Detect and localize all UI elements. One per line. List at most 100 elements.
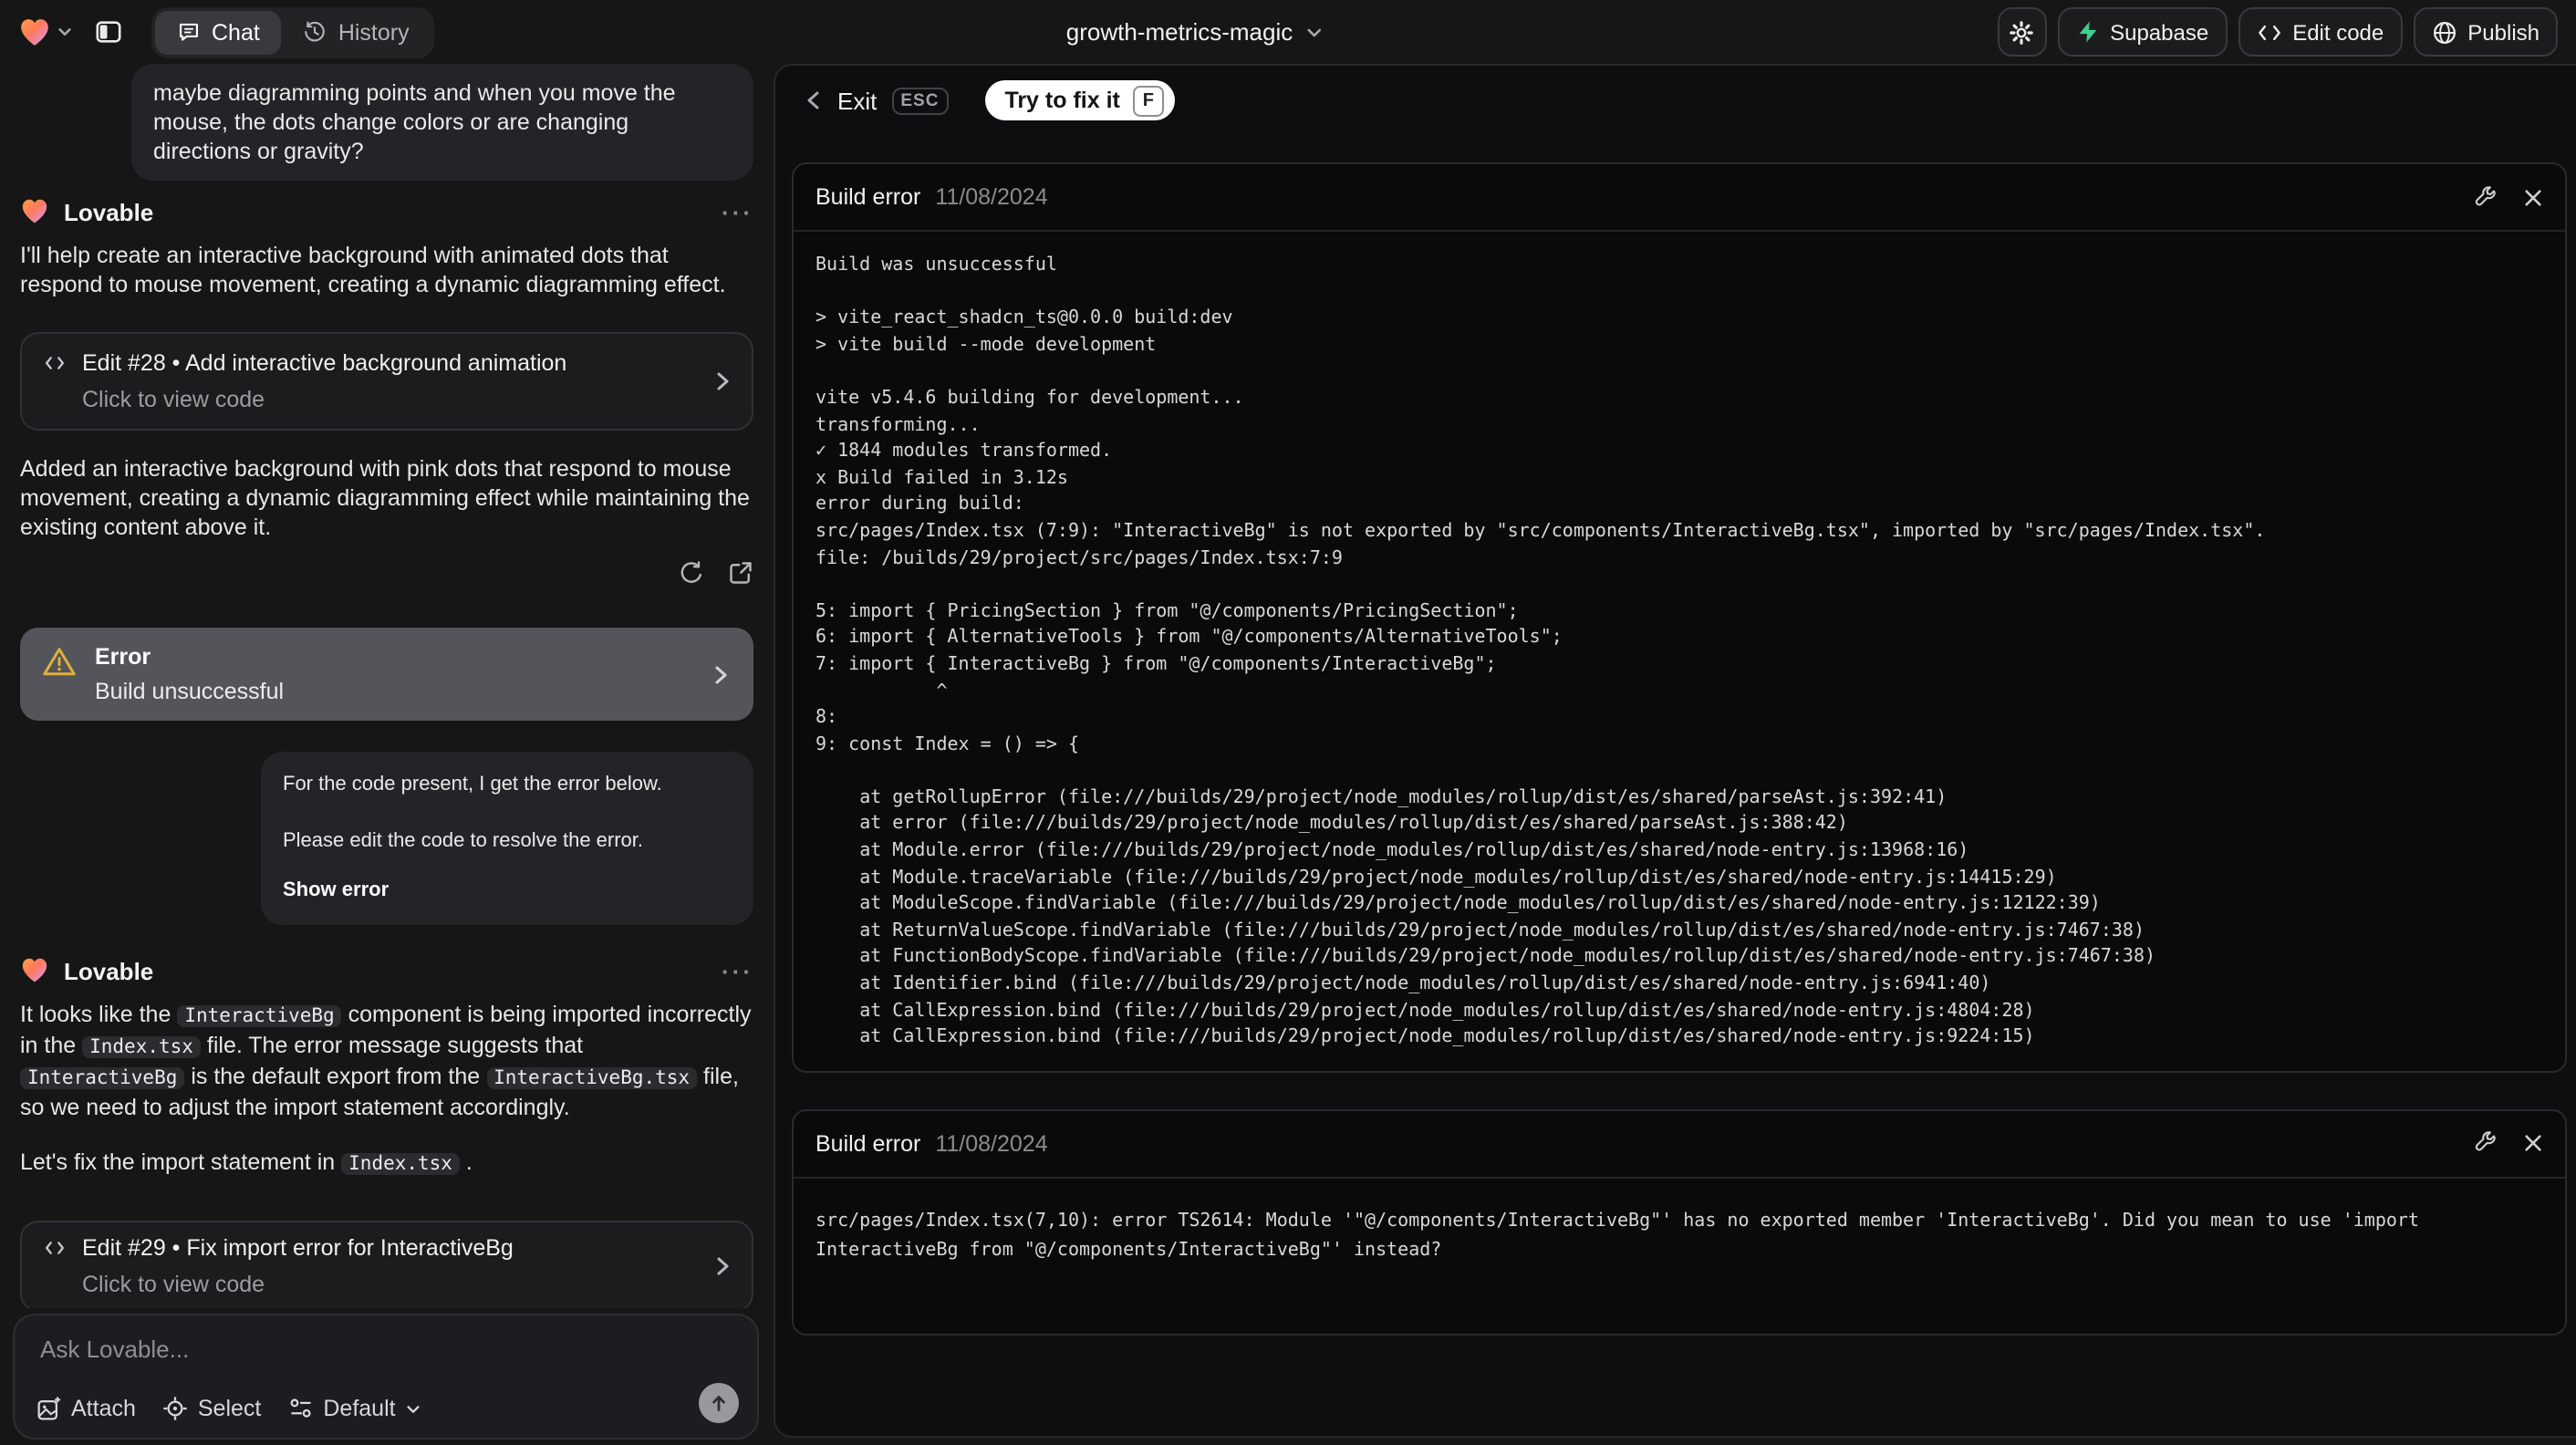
attach-button[interactable]: Attach <box>36 1396 136 1421</box>
code-brackets-icon <box>2256 21 2281 43</box>
edit-card-subtitle: Click to view code <box>82 387 265 412</box>
project-switcher[interactable]: growth-metrics-magic <box>1066 0 1324 64</box>
message-menu-icon[interactable]: ··· <box>722 957 753 984</box>
fix-button-label: Try to fix it <box>1004 88 1120 113</box>
fix-wrench-icon[interactable] <box>2474 1131 2498 1156</box>
publish-button[interactable]: Publish <box>2413 7 2558 57</box>
build-error-log[interactable]: src/pages/Index.tsx(7,10): error TS2614:… <box>794 1179 2565 1334</box>
edit-code-label: Edit code <box>2292 19 2384 45</box>
lovable-logo-menu[interactable] <box>18 16 73 48</box>
f-key-badge: F <box>1132 85 1164 116</box>
select-target-icon <box>163 1396 189 1421</box>
gear-icon <box>2009 19 2034 45</box>
user-message-line: Please edit the code to resolve the erro… <box>283 830 644 852</box>
attach-image-icon <box>36 1396 62 1421</box>
esc-key-badge: ESC <box>891 87 949 114</box>
exit-button[interactable]: Exit <box>837 87 877 114</box>
assistant-message-text: I'll help create an interactive backgrou… <box>20 243 726 297</box>
chevron-right-icon <box>713 1255 732 1277</box>
panel-date: 11/08/2024 <box>935 1130 1048 1157</box>
assistant-message-text: Added an interactive background with pin… <box>20 456 750 540</box>
open-preview-icon[interactable] <box>728 560 753 586</box>
close-icon[interactable] <box>2523 187 2543 207</box>
chevron-down-icon <box>407 1405 420 1412</box>
assistant-message-header: Lovable ··· <box>20 956 753 985</box>
panel-header: Build error 11/08/2024 <box>794 1111 2565 1179</box>
assistant-message-text: It looks like the InteractiveBg componen… <box>20 1002 752 1120</box>
warning-triangle-icon <box>42 646 77 677</box>
top-bar: Chat History growth-metrics-magic Supaba… <box>0 0 2576 64</box>
edit-card-29[interactable]: Edit #29 • Fix import error for Interact… <box>20 1221 753 1308</box>
top-bar-actions: Supabase Edit code Publish <box>1997 7 2558 57</box>
user-message-line: For the code present, I get the error be… <box>283 774 662 795</box>
panel-title: Build error <box>815 1130 921 1157</box>
message-menu-icon[interactable]: ··· <box>722 198 753 225</box>
show-error-link[interactable]: Show error <box>283 878 732 905</box>
publish-label: Publish <box>2467 19 2540 45</box>
build-error-card[interactable]: Error Build unsuccessful <box>20 628 753 721</box>
tab-chat[interactable]: Chat <box>155 10 282 54</box>
chat-panel: maybe diagramming points and when you mo… <box>0 64 774 1445</box>
panel-left-icon <box>94 18 121 46</box>
try-to-fix-button[interactable]: Try to fix it F <box>984 80 1175 120</box>
chat-input[interactable] <box>36 1332 735 1387</box>
restore-icon[interactable] <box>679 560 704 586</box>
error-card-subtitle: Build unsuccessful <box>95 679 285 704</box>
edit-code-button[interactable]: Edit code <box>2238 7 2403 57</box>
tab-history-label: History <box>338 19 410 45</box>
lovable-heart-icon <box>20 956 49 985</box>
assistant-name: Lovable <box>64 957 154 984</box>
code-brackets-icon <box>44 1239 66 1257</box>
lovable-heart-icon <box>18 16 51 48</box>
assistant-message-text: Let's fix the import statement in Index.… <box>20 1149 473 1175</box>
composer-toolbar: Attach Select Default <box>36 1396 421 1421</box>
send-button[interactable] <box>699 1383 739 1423</box>
settings-button[interactable] <box>1997 7 2047 57</box>
project-title: growth-metrics-magic <box>1065 18 1293 46</box>
chevron-left-icon <box>807 91 819 109</box>
supabase-label: Supabase <box>2110 19 2209 45</box>
chevron-down-icon <box>57 24 73 40</box>
select-button[interactable]: Select <box>163 1396 262 1421</box>
toggle-sidebar-button[interactable] <box>86 10 130 54</box>
composer: Attach S <box>13 1314 759 1440</box>
chat-bubble-icon <box>177 20 201 44</box>
code-brackets-icon <box>44 354 66 372</box>
assistant-message-header: Lovable ··· <box>20 197 753 226</box>
user-message: For the code present, I get the error be… <box>261 752 753 925</box>
close-icon[interactable] <box>2523 1134 2543 1154</box>
panel-title: Build error <box>815 184 921 210</box>
select-label: Select <box>197 1396 262 1421</box>
mode-dropdown[interactable]: Default <box>288 1396 421 1421</box>
edit-card-title: Edit #28 • Add interactive background an… <box>82 350 567 376</box>
main-split: maybe diagramming points and when you mo… <box>0 64 2576 1445</box>
panel-date: 11/08/2024 <box>935 184 1048 210</box>
sliders-icon <box>288 1396 314 1421</box>
assistant-name: Lovable <box>64 198 154 225</box>
chat-history-switch: Chat History <box>151 6 435 57</box>
user-message: maybe diagramming points and when you mo… <box>131 64 753 181</box>
edit-card-subtitle: Click to view code <box>82 1272 265 1297</box>
chat-message-list[interactable]: maybe diagramming points and when you mo… <box>0 64 774 1308</box>
message-actions <box>20 560 753 586</box>
error-card-title: Error <box>95 644 151 670</box>
build-error-log[interactable]: Build was unsuccessful > vite_react_shad… <box>794 232 2565 1071</box>
supabase-button[interactable]: Supabase <box>2057 7 2228 57</box>
panel-header: Build error 11/08/2024 <box>794 164 2565 232</box>
build-error-panel-2: Build error 11/08/2024 src/pages/Index.t… <box>792 1108 2567 1336</box>
tab-history[interactable]: History <box>282 10 431 54</box>
user-message-text: maybe diagramming points and when you mo… <box>153 80 676 164</box>
mode-label: Default <box>323 1396 396 1421</box>
lovable-heart-icon <box>20 197 49 226</box>
edit-card-title: Edit #29 • Fix import error for Interact… <box>82 1235 514 1261</box>
build-error-panel-1: Build error 11/08/2024 Build was unsucce… <box>792 162 2567 1073</box>
edit-card-28[interactable]: Edit #28 • Add interactive background an… <box>20 332 753 431</box>
chevron-right-icon <box>713 370 732 392</box>
attach-label: Attach <box>71 1396 136 1421</box>
chevron-right-icon <box>712 663 730 685</box>
tab-chat-label: Chat <box>212 19 260 45</box>
fix-wrench-icon[interactable] <box>2474 185 2498 209</box>
chevron-down-icon <box>1305 23 1324 41</box>
history-clock-icon <box>304 20 327 44</box>
error-view-toolbar: Exit ESC Try to fix it F <box>792 80 2567 120</box>
